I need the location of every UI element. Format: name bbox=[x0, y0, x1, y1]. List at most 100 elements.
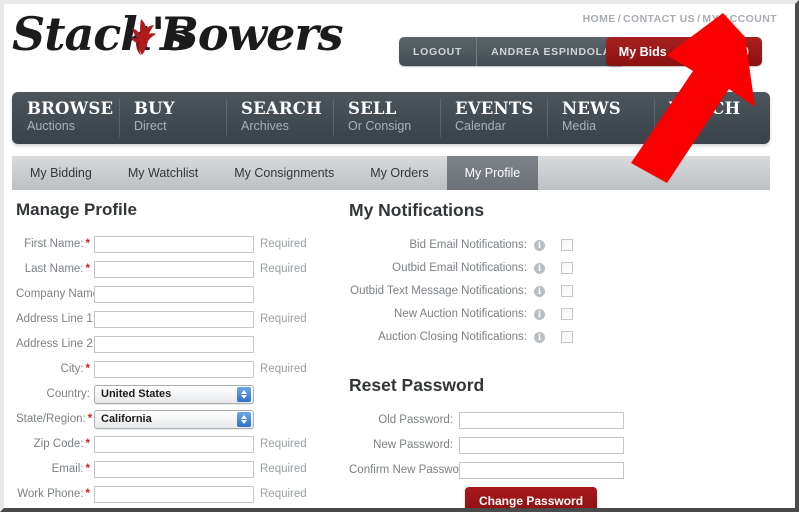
my-cart-button[interactable]: My Cart 0 bbox=[680, 37, 762, 66]
profile-tab-bar: My Bidding My Watchlist My Consignments … bbox=[12, 156, 770, 190]
nav-item-news[interactable]: NEWS Media bbox=[547, 92, 654, 144]
checkbox-bid-email-notifications[interactable] bbox=[561, 239, 573, 251]
password-row-confirm: Confirm New Password: bbox=[349, 460, 679, 480]
chevron-updown-icon[interactable] bbox=[237, 386, 251, 402]
label-auction-closing-notifications: Auction Closing Notifications: bbox=[378, 331, 527, 343]
label-outbid-text-message-notifications: Outbid Text Message Notifications: bbox=[350, 285, 527, 297]
select-country[interactable]: United States bbox=[94, 384, 254, 404]
change-password-button-row: Change Password bbox=[465, 487, 679, 508]
notification-row-auction-closing: Auction Closing Notifications: i bbox=[349, 327, 679, 347]
my-bids-button[interactable]: My Bids bbox=[606, 37, 680, 66]
nav-item-browse[interactable]: BROWSE Auctions bbox=[12, 92, 119, 144]
label-zip-code: Zip Code: * bbox=[33, 438, 90, 450]
change-password-button[interactable]: Change Password bbox=[465, 487, 598, 508]
tab-my-watchlist[interactable]: My Watchlist bbox=[110, 156, 216, 190]
label-state-region: State/Region: * bbox=[16, 413, 93, 425]
info-icon[interactable]: i bbox=[534, 262, 545, 274]
tab-my-orders[interactable]: My Orders bbox=[352, 156, 446, 190]
site-logo[interactable]: Stack's Bowers bbox=[12, 7, 344, 66]
nav-sub-search: Archives bbox=[241, 119, 289, 133]
label-country: Country: bbox=[46, 388, 90, 400]
nav-item-search[interactable]: SEARCH Archives bbox=[226, 92, 333, 144]
notification-row-bid-email: Bid Email Notifications: i bbox=[349, 235, 679, 255]
nav-title-news: NEWS bbox=[562, 99, 621, 118]
nav-title-browse: BROWSE bbox=[27, 99, 114, 118]
nav-item-events[interactable]: EVENTS Calendar bbox=[440, 92, 547, 144]
notifications-section: My Notifications Bid Email Notifications… bbox=[349, 200, 679, 347]
utility-link-my-account[interactable]: MY ACCOUNT bbox=[702, 13, 777, 25]
required-star: * bbox=[85, 438, 90, 450]
input-city[interactable] bbox=[94, 360, 254, 378]
password-row-old: Old Password: bbox=[349, 410, 679, 430]
checkbox-outbid-text-message-notifications[interactable] bbox=[561, 285, 573, 297]
info-icon[interactable]: i bbox=[534, 331, 545, 343]
input-old-password[interactable] bbox=[459, 411, 624, 429]
notification-row-outbid-email: Outbid Email Notifications: i bbox=[349, 258, 679, 278]
field-row-address-line-1: Address Line 1:* Required bbox=[16, 309, 336, 329]
field-row-company-name: Company Name: bbox=[16, 284, 336, 304]
reset-password-title: Reset Password bbox=[349, 375, 485, 395]
notification-row-new-auction: New Auction Notifications: i bbox=[349, 304, 679, 324]
utility-links: HOME / CONTACT US / MY ACCOUNT bbox=[583, 13, 777, 25]
nav-title-sell: SELL bbox=[348, 99, 397, 118]
input-new-password[interactable] bbox=[459, 436, 624, 454]
nav-title-search: SEARCH bbox=[241, 99, 322, 118]
info-icon[interactable]: i bbox=[534, 285, 545, 297]
hint-email: Required bbox=[260, 463, 307, 475]
utility-link-contact-us[interactable]: CONTACT US bbox=[623, 13, 695, 25]
nav-title-watch: WATCH bbox=[669, 99, 741, 118]
field-row-work-phone: Work Phone: * Required bbox=[16, 484, 336, 504]
tab-my-profile[interactable]: My Profile bbox=[446, 156, 539, 190]
input-company-name[interactable] bbox=[94, 285, 254, 303]
user-name-button[interactable]: ANDREA ESPINDOLA bbox=[476, 37, 625, 66]
eagle-icon bbox=[131, 19, 156, 55]
utility-link-home[interactable]: HOME bbox=[583, 13, 616, 25]
checkbox-auction-closing-notifications[interactable] bbox=[561, 331, 573, 343]
label-outbid-email-notifications: Outbid Email Notifications: bbox=[392, 262, 527, 274]
input-address-line-2[interactable] bbox=[94, 335, 254, 353]
nav-item-sell[interactable]: SELL Or Consign bbox=[333, 92, 440, 144]
nav-sub-buy: Direct bbox=[134, 119, 167, 133]
checkbox-outbid-email-notifications[interactable] bbox=[561, 262, 573, 274]
manage-profile-section: Manage Profile First Name: * Required Las… bbox=[16, 200, 336, 508]
hint-work-phone: Required bbox=[260, 488, 307, 500]
hint-last-name: Required bbox=[260, 263, 307, 275]
input-first-name[interactable] bbox=[94, 235, 254, 253]
right-column: My Notifications Bid Email Notifications… bbox=[349, 200, 679, 508]
label-address-line-1: Address Line 1:* bbox=[16, 313, 102, 325]
utility-separator-1: / bbox=[617, 13, 622, 25]
nav-sub-browse: Auctions bbox=[27, 119, 75, 133]
required-star: * bbox=[85, 263, 90, 275]
hint-address-line-1: Required bbox=[260, 313, 307, 325]
field-row-state-region: State/Region: * California bbox=[16, 409, 336, 429]
field-row-city: City: * Required bbox=[16, 359, 336, 379]
info-icon[interactable]: i bbox=[534, 308, 545, 320]
nav-item-buy[interactable]: BUY Direct bbox=[119, 92, 226, 144]
chevron-updown-icon[interactable] bbox=[237, 411, 251, 427]
main-navigation: BROWSE Auctions BUY Direct SEARCH Archiv… bbox=[12, 92, 770, 144]
label-bid-email-notifications: Bid Email Notifications: bbox=[409, 239, 527, 251]
input-last-name[interactable] bbox=[94, 260, 254, 278]
tab-my-bidding[interactable]: My Bidding bbox=[12, 156, 110, 190]
label-confirm-new-password: Confirm New Password: bbox=[349, 464, 473, 476]
checkbox-new-auction-notifications[interactable] bbox=[561, 308, 573, 320]
logout-button[interactable]: LOGOUT bbox=[399, 37, 476, 66]
label-email: Email: * bbox=[51, 463, 90, 475]
label-work-phone: Work Phone: * bbox=[17, 488, 90, 500]
tab-my-consignments[interactable]: My Consignments bbox=[216, 156, 352, 190]
nav-sub-news: Media bbox=[562, 119, 597, 133]
input-work-phone[interactable] bbox=[94, 485, 254, 503]
info-icon[interactable]: i bbox=[534, 239, 545, 251]
input-confirm-new-password[interactable] bbox=[459, 461, 624, 479]
input-address-line-1[interactable] bbox=[94, 310, 254, 328]
input-zip-code[interactable] bbox=[94, 435, 254, 453]
input-email[interactable] bbox=[94, 460, 254, 478]
label-company-name: Company Name: bbox=[16, 288, 103, 300]
password-row-new: New Password: bbox=[349, 435, 679, 455]
select-state-region[interactable]: California bbox=[94, 409, 254, 429]
label-first-name: First Name: * bbox=[24, 238, 90, 250]
hint-first-name: Required bbox=[260, 238, 307, 250]
utility-separator-2: / bbox=[697, 13, 701, 25]
field-row-zip-code: Zip Code: * Required bbox=[16, 434, 336, 454]
nav-item-watch[interactable]: WATCH bbox=[654, 92, 761, 144]
